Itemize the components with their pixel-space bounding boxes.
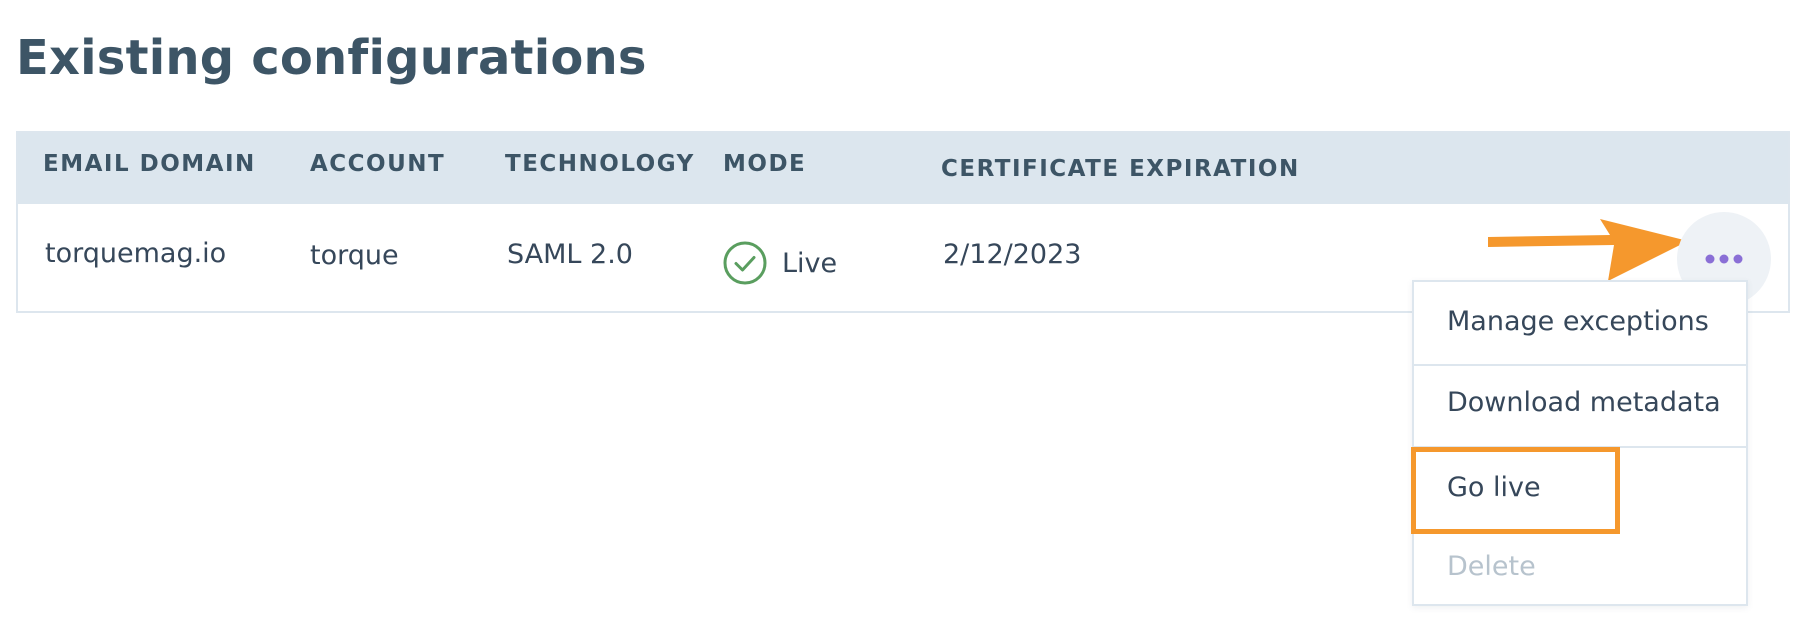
- menu-divider: [1414, 446, 1746, 448]
- table-header: EMAIL DOMAIN ACCOUNT TECHNOLOGY MODE CER…: [18, 133, 1788, 204]
- column-header-mode[interactable]: MODE: [723, 151, 806, 177]
- check-circle-icon: [723, 241, 767, 285]
- mode-cell: Live: [722, 240, 837, 286]
- column-header-account[interactable]: ACCOUNT: [310, 151, 445, 177]
- mode-status-label: Live: [782, 247, 838, 279]
- more-horizontal-icon: [1705, 254, 1743, 264]
- column-header-email-domain[interactable]: EMAIL DOMAIN: [43, 151, 256, 177]
- arrow-right-icon: [1488, 219, 1688, 281]
- email-domain-cell: torquemag.io: [45, 238, 227, 269]
- page-title: Existing configurations: [16, 30, 647, 86]
- menu-item-go-live[interactable]: Go live: [1414, 472, 1746, 503]
- certificate-expiration-cell: 2/12/2023: [943, 239, 1082, 270]
- row-actions-menu: Manage exceptions Download metadata Go l…: [1412, 280, 1748, 606]
- menu-item-manage-exceptions[interactable]: Manage exceptions: [1414, 306, 1746, 337]
- menu-item-download-metadata[interactable]: Download metadata: [1414, 387, 1746, 418]
- menu-divider: [1414, 364, 1746, 366]
- technology-cell: SAML 2.0: [507, 239, 633, 270]
- column-header-technology[interactable]: TECHNOLOGY: [505, 151, 695, 177]
- account-cell: torque: [310, 240, 399, 271]
- column-header-certificate-expiration[interactable]: CERTIFICATE EXPIRATION: [941, 156, 1300, 182]
- menu-item-delete: Delete: [1447, 551, 1536, 582]
